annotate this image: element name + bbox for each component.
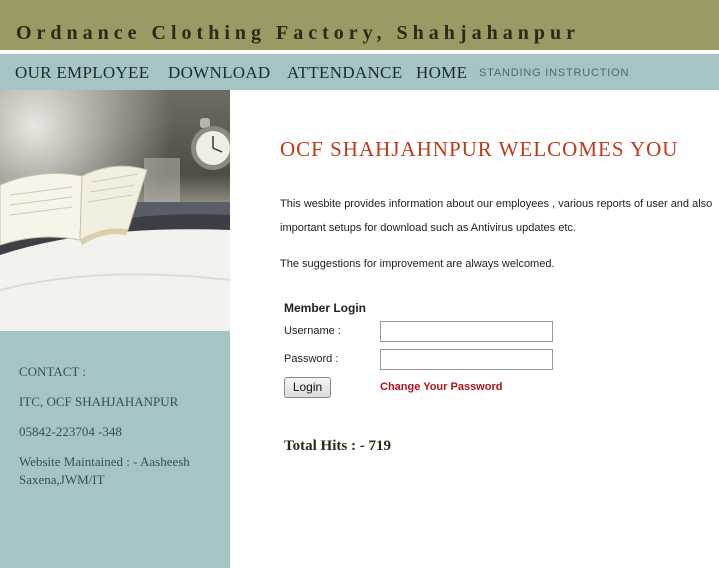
- nav-attendance[interactable]: ATTENDANCE: [287, 63, 402, 83]
- username-input[interactable]: [380, 321, 553, 342]
- nav-standing-instruction[interactable]: STANDING INSTRUCTION: [479, 67, 629, 79]
- member-login-title: Member Login: [284, 301, 367, 315]
- username-label: Username :: [284, 325, 341, 337]
- website-maintainer: Website Maintained : - Aasheesh Saxena,J…: [19, 454, 190, 487]
- contact-phone: 05842-223704 -348: [19, 424, 122, 439]
- open-book-image: [0, 90, 230, 331]
- login-button[interactable]: Login: [284, 377, 331, 398]
- hero-image: [0, 90, 230, 331]
- contact-sidebar: CONTACT : ITC, OCF SHAHJAHANPUR 05842-22…: [0, 331, 230, 568]
- site-title: Ordnance Clothing Factory, Shahjahanpur: [16, 22, 580, 44]
- change-password-link[interactable]: Change Your Password: [380, 381, 502, 393]
- contact-org: ITC, OCF SHAHJAHANPUR: [19, 394, 179, 409]
- password-input[interactable]: [380, 349, 553, 370]
- nav-home[interactable]: HOME: [416, 63, 467, 83]
- suggestions-paragraph: The suggestions for improvement are alwa…: [280, 258, 555, 270]
- welcome-heading: OCF SHAHJAHNPUR WELCOMES YOU: [280, 137, 679, 161]
- intro-paragraph: This wesbite provides information about …: [280, 198, 713, 234]
- site-header: Ordnance Clothing Factory, Shahjahanpur: [0, 0, 719, 52]
- nav-download[interactable]: DOWNLOAD: [168, 63, 271, 83]
- contact-label: CONTACT :: [19, 364, 86, 379]
- password-label: Password :: [284, 353, 339, 365]
- nav-our-employee[interactable]: OUR EMPLOYEE: [15, 63, 149, 83]
- top-navbar: OUR EMPLOYEE DOWNLOAD ATTENDANCE HOME ST…: [0, 54, 719, 90]
- total-hits-counter: Total Hits : - 719: [284, 438, 391, 454]
